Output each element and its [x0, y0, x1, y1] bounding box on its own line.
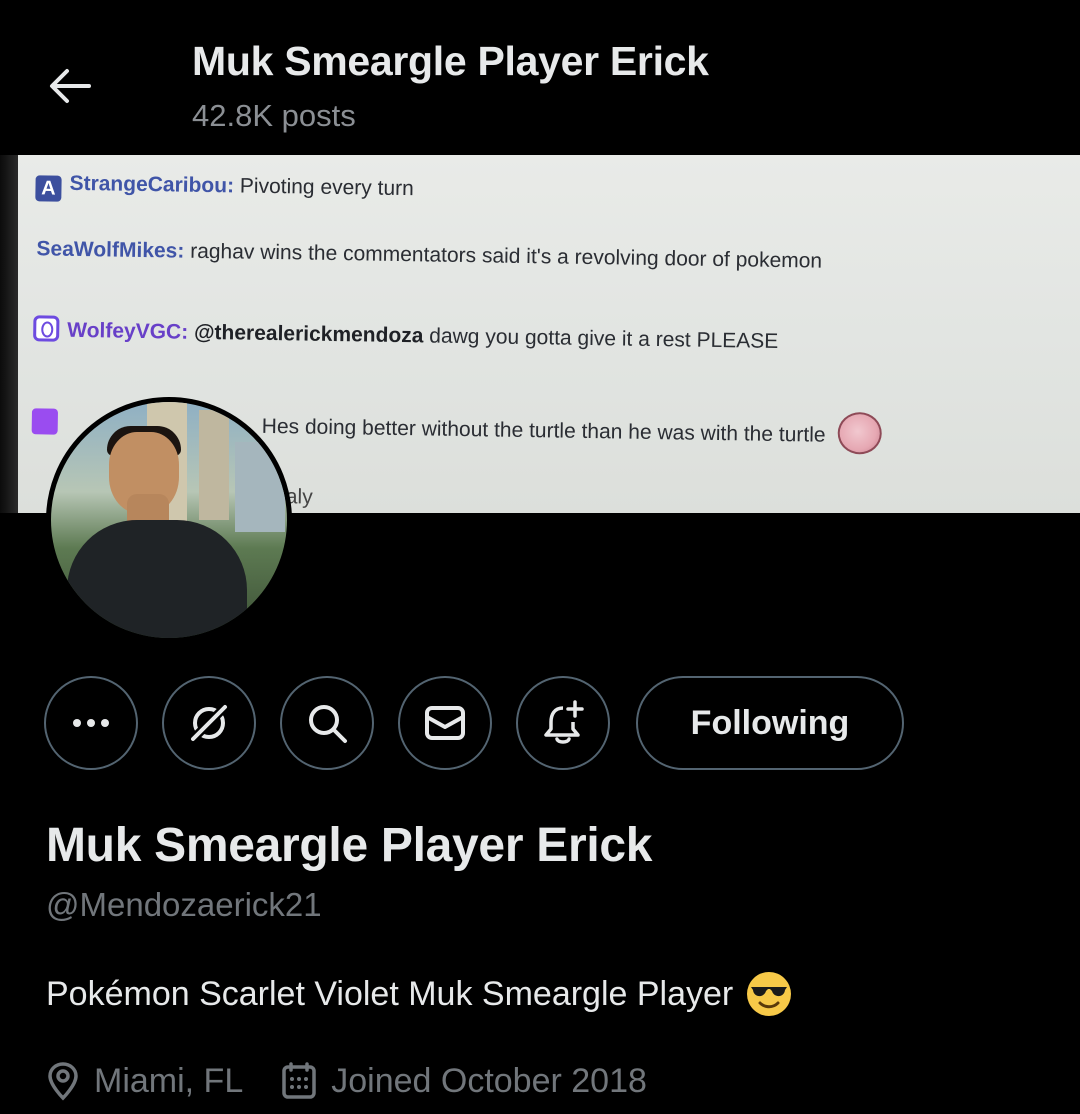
top-bar: Muk Smeargle Player Erick 42.8K posts [0, 0, 1080, 155]
search-button[interactable] [280, 676, 374, 770]
grok-icon [189, 703, 229, 743]
notifications-button[interactable] [516, 676, 610, 770]
grok-button[interactable] [162, 676, 256, 770]
location-text: Miami, FL [94, 1061, 244, 1100]
joined-text: Joined October 2018 [331, 1061, 647, 1100]
header-title: Muk Smeargle Player Erick [192, 38, 709, 84]
calendar-icon [282, 1062, 316, 1099]
profile-meta: Miami, FL Joined October 2018 [46, 1056, 685, 1106]
message-button[interactable] [398, 676, 492, 770]
slowpoke-emote-icon [837, 411, 882, 455]
bio-text: Pokémon Scarlet Violet Muk Smeargle Play… [46, 974, 734, 1013]
chat-line: SeaWolfMikes: raghav wins the commentato… [36, 237, 823, 273]
avatar[interactable] [46, 397, 292, 643]
envelope-icon [425, 706, 465, 740]
arrow-left-icon [50, 69, 91, 103]
sunglasses-emoji-icon [745, 970, 793, 1018]
profile-bio: Pokémon Scarlet Violet Muk Smeargle Play… [46, 970, 793, 1018]
back-button[interactable] [36, 52, 104, 120]
location-pin-icon [48, 1062, 78, 1101]
verified-badge-icon [33, 315, 60, 342]
bell-plus-icon [544, 700, 584, 744]
search-icon [309, 705, 347, 743]
profile-name: Muk Smeargle Player Erick [46, 819, 653, 872]
location-item: Miami, FL [46, 1061, 243, 1101]
chat-line: A StrangeCaribou: Pivoting every turn [35, 171, 414, 207]
more-horizontal-icon [73, 719, 109, 727]
following-button[interactable]: Following [636, 676, 904, 770]
post-count: 42.8K posts [192, 98, 356, 133]
more-options-button[interactable] [44, 676, 138, 770]
joined-item: Joined October 2018 [281, 1062, 647, 1101]
profile-handle: @Mendozaerick21 [46, 886, 322, 923]
user-badge-icon: A [35, 175, 62, 202]
user-badge-icon [31, 408, 59, 435]
chat-line: WolfeyVGC: @therealerickmendoza dawg you… [33, 315, 778, 354]
